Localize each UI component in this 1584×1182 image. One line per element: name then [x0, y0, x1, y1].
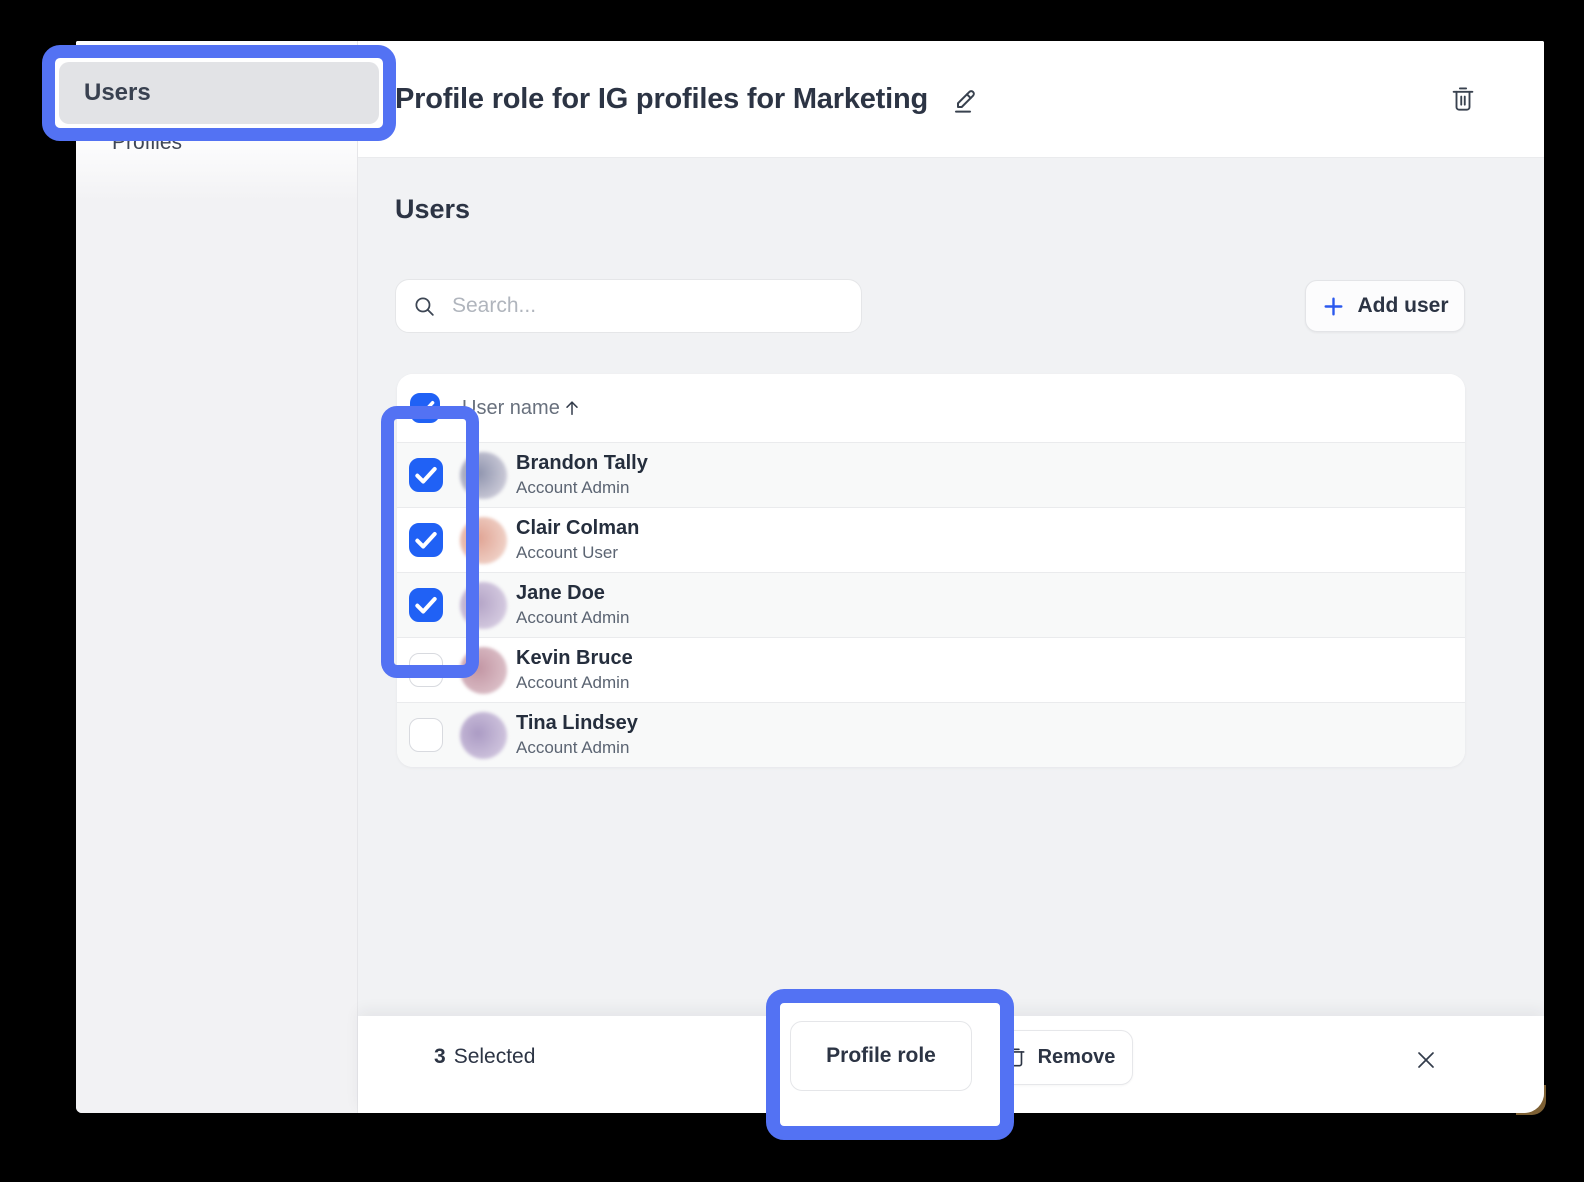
user-name: Clair Colman [516, 517, 639, 539]
user-cell: Tina Lindsey Account Admin [516, 712, 638, 757]
user-name: Tina Lindsey [516, 712, 638, 734]
user-table-rows: Brandon Tally Account Admin Clair Colman… [397, 442, 1465, 767]
table-row[interactable]: Brandon Tally Account Admin [397, 442, 1465, 507]
users-table-card: User name Brandon Tally Account Admin [397, 374, 1465, 767]
selected-count-text: 3 Selected [434, 1016, 535, 1098]
sidebar-item-users[interactable]: Users [59, 62, 379, 124]
edit-title-button[interactable] [950, 82, 982, 116]
screenshot-canvas: Profiles Profile role for IG profiles fo… [0, 0, 1584, 1182]
user-role: Account User [516, 543, 639, 562]
user-name: Kevin Bruce [516, 647, 633, 669]
user-role: Account Admin [516, 478, 648, 497]
user-cell: Brandon Tally Account Admin [516, 452, 648, 497]
sort-ascending-icon[interactable] [562, 398, 582, 418]
table-row[interactable]: Clair Colman Account User [397, 507, 1465, 572]
user-search [395, 279, 862, 333]
page-title: Profile role for IG profiles for Marketi… [395, 83, 928, 116]
close-icon [1414, 1048, 1438, 1072]
annotation-users-highlight: Users [42, 45, 396, 141]
plus-icon [1321, 294, 1346, 319]
user-cell: Clair Colman Account User [516, 517, 639, 562]
app-window: Profiles Profile role for IG profiles fo… [76, 41, 1544, 1113]
search-icon [412, 294, 437, 319]
page-header: Profile role for IG profiles for Marketi… [358, 41, 1544, 158]
table-row[interactable]: Kevin Bruce Account Admin [397, 637, 1465, 702]
trash-icon [1448, 83, 1478, 115]
user-name: Jane Doe [516, 582, 629, 604]
selected-count: 3 [434, 1045, 446, 1069]
annotation-profile-role-highlight: Profile role [766, 989, 1014, 1140]
user-role: Account Admin [516, 673, 633, 692]
row-checkbox[interactable] [409, 718, 443, 752]
pencil-icon [950, 82, 982, 116]
profile-role-button[interactable]: Profile role [790, 1021, 972, 1091]
users-section-heading: Users [395, 194, 470, 225]
delete-profile-role-button[interactable] [1448, 83, 1478, 115]
remove-label: Remove [1038, 1046, 1116, 1069]
table-row[interactable]: Tina Lindsey Account Admin [397, 702, 1465, 767]
sidebar-item-users-label: Users [84, 79, 151, 107]
close-selection-button[interactable] [1410, 1044, 1442, 1079]
add-user-button[interactable]: Add user [1305, 280, 1465, 332]
user-role: Account Admin [516, 738, 638, 757]
main-content: Users Add user [358, 158, 1544, 1016]
avatar [460, 712, 507, 759]
user-name: Brandon Tally [516, 452, 648, 474]
table-header-row: User name [397, 374, 1465, 442]
sidebar: Profiles [76, 41, 358, 1113]
add-user-label: Add user [1357, 294, 1448, 318]
annotation-checkboxes-highlight [381, 406, 479, 678]
selected-label: Selected [454, 1045, 536, 1069]
table-row[interactable]: Jane Doe Account Admin [397, 572, 1465, 637]
user-role: Account Admin [516, 608, 629, 627]
user-cell: Jane Doe Account Admin [516, 582, 629, 627]
user-cell: Kevin Bruce Account Admin [516, 647, 633, 692]
search-input[interactable] [450, 293, 845, 319]
